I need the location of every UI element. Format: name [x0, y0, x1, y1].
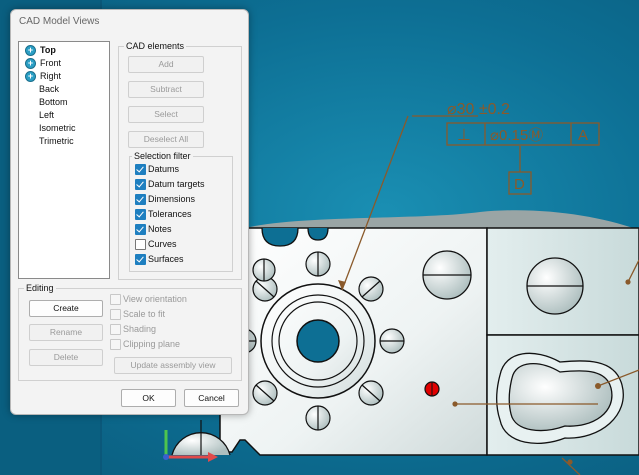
- expand-icon[interactable]: +: [25, 58, 36, 69]
- ok-button[interactable]: OK: [121, 389, 176, 407]
- tree-item-label: Front: [40, 58, 62, 68]
- checkbox-icon[interactable]: [135, 209, 146, 220]
- tree-item-label: Right: [40, 71, 62, 81]
- checkbox-label: Tolerances: [148, 209, 192, 219]
- checkbox-icon[interactable]: [135, 179, 146, 190]
- dimension-label[interactable]: ⌀30 ±0.2: [447, 101, 510, 118]
- datum-label: D: [514, 176, 525, 193]
- select-button[interactable]: Select: [128, 106, 204, 123]
- cad-elements-label: CAD elements: [124, 41, 187, 51]
- checkbox-label: Surfaces: [148, 254, 184, 264]
- central-bore[interactable]: [296, 319, 340, 363]
- checkbox-icon[interactable]: [110, 324, 121, 335]
- checkbox-icon[interactable]: [135, 164, 146, 175]
- checkbox-label: View orientation: [123, 294, 187, 304]
- checkbox-label: Dimensions: [148, 194, 196, 204]
- add-button[interactable]: Add: [128, 56, 204, 73]
- dialog-title: CAD Model Views: [19, 16, 100, 27]
- cad-model-views-dialog: CAD Model Views + Top + Front + Right Ba…: [10, 9, 249, 415]
- deselect-all-button[interactable]: Deselect All: [128, 131, 204, 148]
- fcf-datum: A: [578, 127, 588, 144]
- expand-icon[interactable]: +: [25, 45, 36, 56]
- delete-button[interactable]: Delete: [29, 349, 103, 366]
- create-button[interactable]: Create: [29, 300, 103, 317]
- checkbox-label: Scale to fit: [123, 309, 166, 319]
- tree-item-label: Back: [39, 84, 60, 94]
- fcf-symbol: ⊥: [457, 127, 471, 144]
- checkbox-label: Clipping plane: [123, 339, 181, 349]
- tree-item-label: Top: [40, 45, 56, 55]
- fcf-tolerance: ⌀0.15Ⓜ: [490, 127, 543, 144]
- checkbox-icon[interactable]: [135, 239, 146, 250]
- subtract-button[interactable]: Subtract: [128, 81, 204, 98]
- checkbox-label: Datums: [148, 164, 180, 174]
- tree-item-top[interactable]: + Top: [19, 44, 109, 57]
- editing-label: Editing: [24, 283, 56, 293]
- expand-icon[interactable]: +: [25, 71, 36, 82]
- cancel-button[interactable]: Cancel: [184, 389, 239, 407]
- checkbox-icon[interactable]: [110, 339, 121, 350]
- tree-item-label: Bottom: [39, 97, 68, 107]
- checkbox-label: Curves: [148, 239, 177, 249]
- checkbox-label: Datum targets: [148, 179, 205, 189]
- tree-item-label: Isometric: [39, 123, 76, 133]
- datum-feature-symbol[interactable]: D: [508, 171, 532, 195]
- checkbox-icon[interactable]: [135, 194, 146, 205]
- views-tree[interactable]: + Top + Front + Right Back Bottom Left I…: [18, 41, 110, 279]
- checkbox-label: Notes: [148, 224, 172, 234]
- checkbox-icon[interactable]: [135, 224, 146, 235]
- tree-item-label: Trimetric: [39, 136, 74, 146]
- rename-button[interactable]: Rename: [29, 324, 103, 341]
- checkbox-label: Shading: [123, 324, 157, 334]
- selection-filter-label: Selection filter: [132, 151, 193, 161]
- update-assembly-view-button[interactable]: Update assembly view: [114, 357, 232, 374]
- checkbox-icon[interactable]: [110, 309, 121, 320]
- checkbox-icon[interactable]: [135, 254, 146, 265]
- tree-item-label: Left: [39, 110, 55, 120]
- feature-control-frame[interactable]: ⊥ ⌀0.15Ⓜ A: [446, 122, 600, 146]
- checkbox-icon[interactable]: [110, 294, 121, 305]
